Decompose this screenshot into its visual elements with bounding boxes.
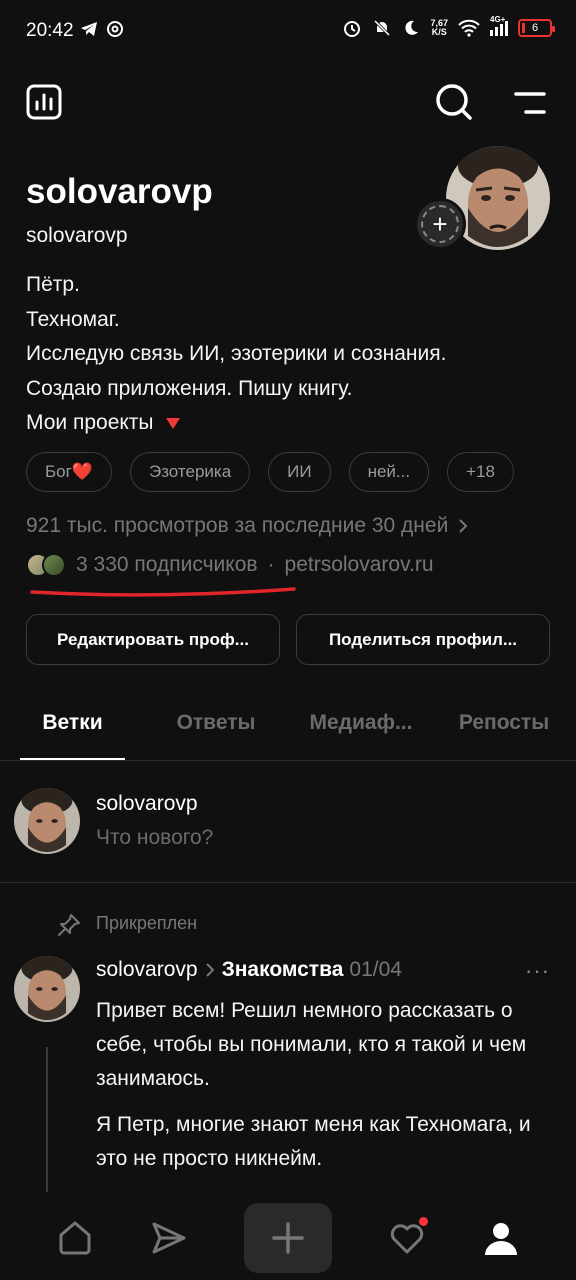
followers-count[interactable]: 3 330 подписчиков [76, 553, 258, 577]
bio-line: Техномаг. [26, 307, 120, 331]
display-name: solovarovp [26, 172, 213, 211]
red-triangle-icon [165, 418, 180, 430]
composer-input[interactable]: Что нового? [96, 826, 213, 850]
share-profile-button[interactable]: Поделиться профил... [296, 614, 550, 665]
status-right-icons: 7,67 K/S 4G+ 6 [342, 15, 555, 38]
composer-username: solovarovp [96, 792, 198, 815]
profile-icon[interactable] [482, 1219, 520, 1257]
status-time: 20:42 [26, 20, 74, 41]
plus-icon: + [421, 205, 459, 243]
battery-level: 6 [531, 22, 539, 34]
more-options-icon[interactable]: ··· [525, 958, 550, 984]
bio: Пётр. Техномаг. Исследую связь ИИ, эзоте… [26, 268, 446, 441]
post-topic[interactable]: Знакомства [222, 958, 344, 982]
chevron-right-icon [205, 963, 214, 977]
tab-reposts[interactable]: Репосты [446, 698, 562, 748]
bio-line: Создаю приложения. Пишу книгу. [26, 376, 353, 400]
insights-icon[interactable] [24, 82, 64, 122]
chevron-right-icon [459, 519, 468, 533]
thread-line [46, 1047, 48, 1192]
followers-row: 3 330 подписчиков · petrsolovarov.ru [26, 553, 434, 577]
threads-icon [107, 21, 123, 37]
add-story-button[interactable]: + [414, 198, 466, 250]
send-icon[interactable] [150, 1219, 188, 1257]
post-author[interactable]: solovarovp [96, 958, 198, 982]
home-icon[interactable] [56, 1219, 94, 1257]
network-type: 4G+ [490, 14, 506, 24]
bottom-nav [0, 1196, 576, 1280]
edit-profile-button[interactable]: Редактировать проф... [26, 614, 280, 665]
pin-icon [58, 914, 80, 936]
website-link[interactable]: petrsolovarov.ru [285, 553, 434, 577]
alarm-icon [344, 21, 361, 37]
tab-media[interactable]: Медиаф... [296, 698, 426, 748]
pinned-label: Прикреплен [96, 913, 198, 933]
red-underline-annotation [30, 587, 296, 597]
cell-signal-icon: 4G+ [490, 15, 508, 36]
plus-icon [272, 1222, 304, 1254]
new-post-button[interactable] [244, 1203, 332, 1273]
mute-bell-icon [374, 19, 391, 37]
moon-icon [405, 20, 419, 35]
tab-threads[interactable]: Ветки [20, 698, 125, 748]
follower-avatar [42, 553, 66, 577]
tag[interactable]: ней... [348, 452, 430, 492]
bio-line: Исследую связь ИИ, эзотерики и сознания. [26, 342, 447, 365]
heart-icon[interactable] [388, 1217, 428, 1257]
bio-line: Пётр. [26, 273, 80, 296]
tab-replies[interactable]: Ответы [158, 698, 274, 748]
post-header: solovarovp Знакомства 01/04 [96, 958, 402, 982]
tag[interactable]: Эзотерика [129, 452, 251, 492]
post-avatar[interactable] [14, 956, 80, 1022]
bio-link-row[interactable]: Мои проекты [26, 406, 446, 441]
post-body: Привет всем! Решил немного рассказать о … [96, 994, 556, 1188]
tag[interactable]: Бог❤️ [26, 452, 112, 492]
tag[interactable]: +18 [447, 452, 514, 492]
net-speed: 7,67 K/S [430, 18, 448, 37]
divider [0, 760, 576, 761]
status-left-icons [80, 20, 124, 38]
post-paragraph: Я Петр, многие знают меня как Техномага,… [96, 1113, 531, 1170]
notification-dot [419, 1217, 428, 1226]
telegram-icon [81, 22, 97, 36]
post-date: 01/04 [349, 958, 402, 981]
composer-avatar [14, 788, 80, 854]
search-icon[interactable] [434, 82, 474, 122]
separator-dot: · [267, 553, 275, 576]
username-handle: solovarovp [26, 224, 128, 247]
battery-indicator: 6 [518, 19, 555, 37]
tag[interactable]: ИИ [268, 452, 331, 492]
post-paragraph: Привет всем! Решил немного рассказать о … [96, 999, 527, 1090]
interest-tags: Бог❤️ Эзотерика ИИ ней... +18 [26, 452, 514, 492]
views-text: 921 тыс. просмотров за последние 30 дней [26, 514, 449, 537]
wifi-icon [458, 19, 480, 37]
follower-avatars [26, 553, 66, 577]
menu-icon[interactable] [512, 88, 548, 118]
views-stat[interactable]: 921 тыс. просмотров за последние 30 дней [26, 514, 468, 538]
bio-link[interactable]: Мои проекты [26, 406, 154, 441]
divider [0, 882, 576, 883]
